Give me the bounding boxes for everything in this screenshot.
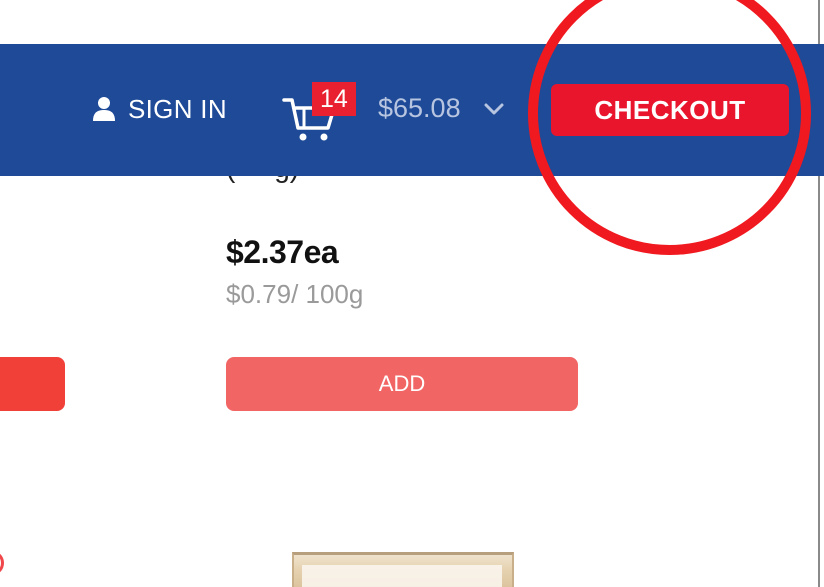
add-button[interactable]: ADD [226, 357, 578, 411]
checkout-button[interactable]: CHECKOUT [551, 84, 789, 136]
sign-in-link[interactable]: SIGN IN [92, 93, 227, 125]
page-edge-line [818, 176, 820, 587]
cart-button[interactable]: 14 [282, 82, 372, 144]
product-image[interactable] [292, 552, 514, 587]
page: ( g) SIGN IN 14 $65.08 CHECKOUT [0, 0, 824, 587]
sign-in-label: SIGN IN [128, 93, 227, 124]
partial-icon [0, 552, 4, 574]
cart-total: $65.08 [378, 93, 461, 123]
add-button-partial[interactable] [0, 357, 65, 411]
product-unit-price: $0.79/ 100g [226, 279, 364, 309]
person-icon [92, 96, 116, 122]
product-label [302, 565, 502, 587]
cart-count-badge: 14 [312, 82, 356, 116]
chevron-down-icon[interactable] [482, 101, 506, 122]
page-edge-line [818, 0, 820, 44]
product-price: $2.37ea [226, 234, 339, 270]
